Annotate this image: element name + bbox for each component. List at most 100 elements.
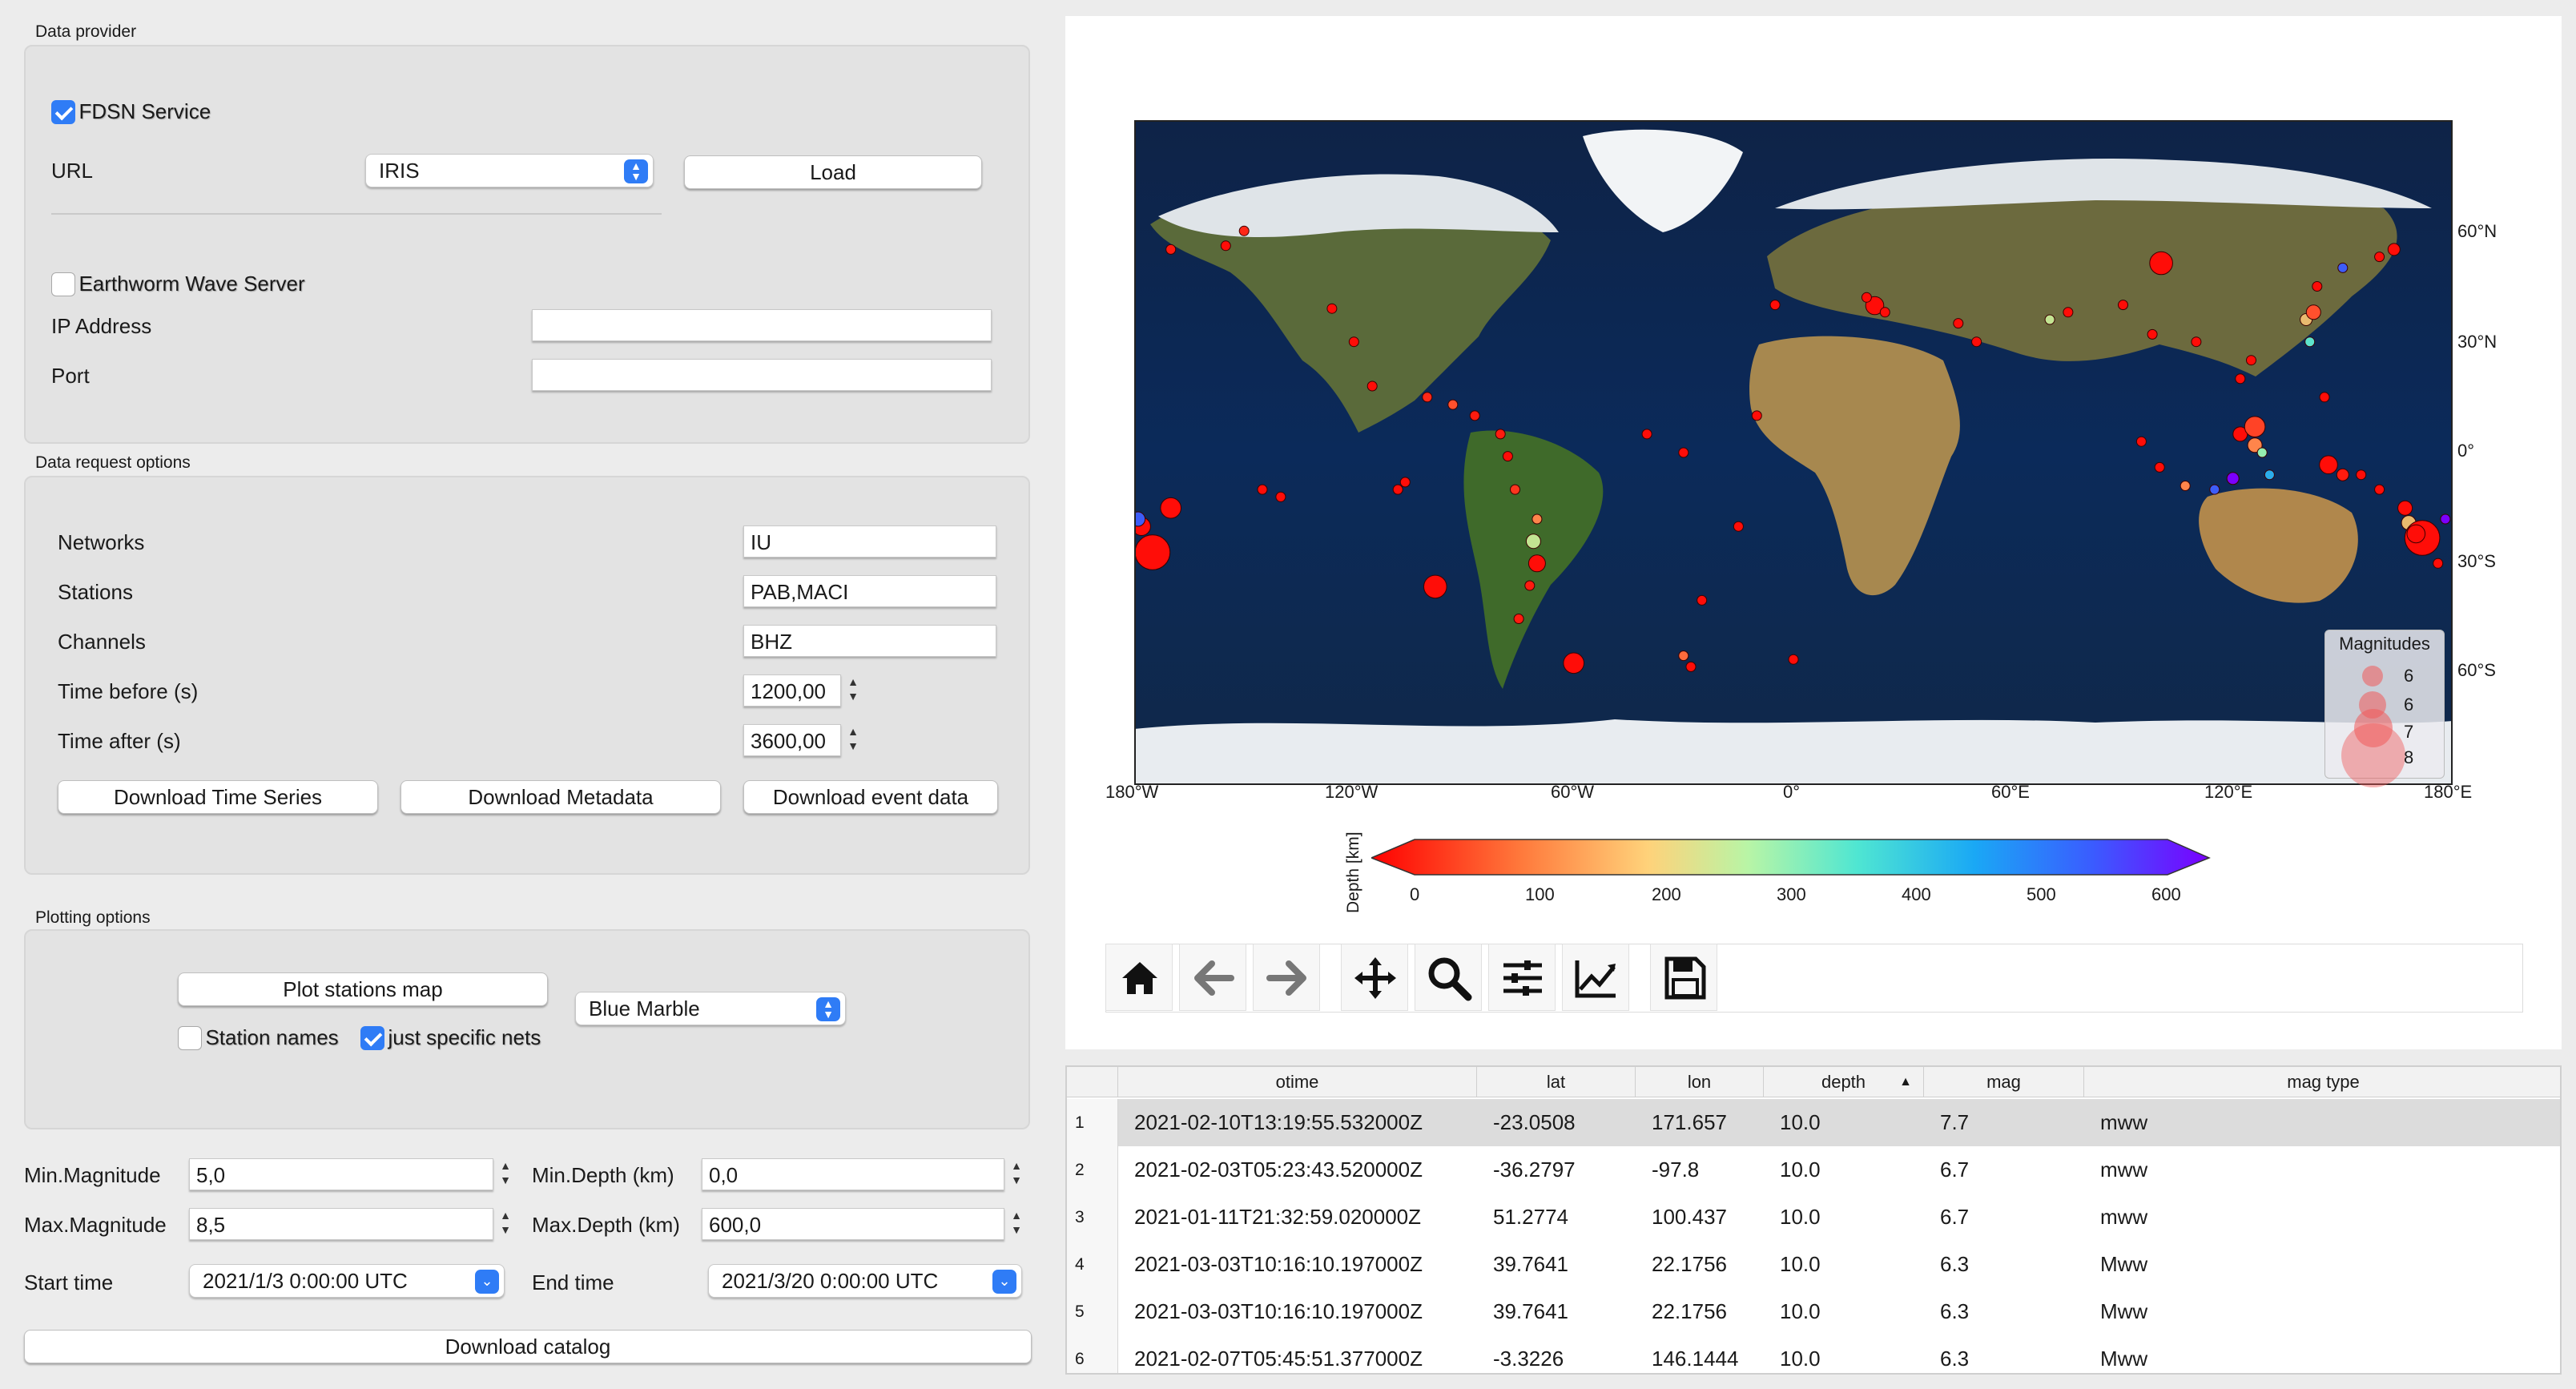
url-select[interactable]: IRIS ▲ ▼ [365, 154, 654, 187]
table-row[interactable]: 1 2021-02-10T13:19:55.532000Z -23.0508 171.… [1067, 1099, 2560, 1146]
table-row[interactable]: 3 2021-01-11T21:32:59.020000Z 51.2774 100.4… [1067, 1194, 2560, 1241]
earthquake-marker [2356, 469, 2367, 481]
end-time-value: 2021/3/20 0:00:00 UTC [722, 1269, 939, 1293]
networks-label: Networks [58, 530, 145, 554]
channels-field[interactable]: BHZ [743, 625, 996, 657]
cell-lat: -3.3226 [1493, 1347, 1564, 1371]
select-arrows-icon: ▲ ▼ [816, 997, 840, 1021]
table-row[interactable]: 6 2021-02-07T05:45:51.377000Z -3.3226 146.1… [1067, 1335, 2560, 1373]
earthquake-marker [1524, 580, 1536, 591]
earthquake-marker [1953, 318, 1964, 329]
earthquake-marker [2440, 513, 2451, 525]
column-header-mag-type[interactable]: mag type [2084, 1067, 2560, 1097]
edit-axes-button[interactable] [1562, 944, 1629, 1011]
column-header-depth[interactable]: depth ▲ [1764, 1067, 1924, 1097]
earthworm-checkbox[interactable]: Earthworm Wave Server [51, 272, 305, 296]
lat-tick-label: 60°S [2457, 660, 2496, 680]
basemap-select-value: Blue Marble [589, 996, 700, 1021]
start-time-value: 2021/1/3 0:00:00 UTC [203, 1269, 408, 1293]
specific-nets-checkbox[interactable]: just specific nets [360, 1025, 541, 1050]
fdsn-checkbox[interactable]: FDSN Service [51, 99, 211, 124]
back-button[interactable] [1179, 944, 1246, 1011]
save-figure-button[interactable] [1650, 944, 1717, 1011]
table-row[interactable]: 4 2021-03-03T10:16:10.197000Z 39.7641 22.17… [1067, 1241, 2560, 1288]
column-header-lat[interactable]: lat [1477, 1067, 1636, 1097]
colorbar-tick-label: 300 [1777, 884, 1806, 904]
station-names-checkbox[interactable]: Station names [178, 1025, 339, 1050]
chevron-down-icon: ⌄ [475, 1270, 499, 1294]
max-depth-label: Max.Depth (km) [532, 1213, 680, 1237]
cell-mag-type: Mww [2100, 1299, 2148, 1323]
column-header-mag[interactable]: mag [1924, 1067, 2084, 1097]
max-magnitude-stepper[interactable]: ▲ ▼ [497, 1208, 514, 1240]
cell-mag-type: Mww [2100, 1347, 2148, 1371]
sort-ascending-icon: ▲ [1899, 1075, 1912, 1089]
zoom-button[interactable] [1415, 944, 1482, 1011]
time-after-stepper[interactable]: ▲ ▼ [844, 724, 862, 756]
basemap-select[interactable]: Blue Marble ▲ ▼ [575, 992, 846, 1025]
min-depth-stepper[interactable]: ▲ ▼ [1008, 1158, 1025, 1190]
plot-stations-map-button[interactable]: Plot stations map [178, 972, 548, 1006]
specific-nets-check-box[interactable] [360, 1025, 384, 1050]
stations-field[interactable]: PAB,MACI [743, 575, 996, 607]
world-map[interactable] [1134, 120, 2453, 785]
download-time-series-button[interactable]: Download Time Series [58, 780, 378, 814]
earthquake-marker [2319, 455, 2338, 475]
legend-marker [2341, 723, 2405, 787]
min-magnitude-stepper[interactable]: ▲ ▼ [497, 1158, 514, 1190]
legend-entry-label: 8 [2404, 747, 2414, 767]
home-button[interactable] [1105, 944, 1173, 1011]
load-button[interactable]: Load [684, 155, 982, 189]
cell-lon: 22.1756 [1652, 1299, 1727, 1323]
earthquake-marker [1495, 429, 1506, 440]
end-time-picker[interactable]: 2021/3/20 0:00:00 UTC ⌄ [708, 1264, 1022, 1298]
earthquake-marker [1971, 336, 1982, 348]
colorbar-tick-label: 500 [2027, 884, 2056, 904]
min-magnitude-field[interactable]: 5,0 [189, 1158, 493, 1190]
min-depth-field[interactable]: 0,0 [702, 1158, 1004, 1190]
station-names-check-box[interactable] [178, 1025, 202, 1050]
download-metadata-button[interactable]: Download Metadata [400, 780, 721, 814]
column-header-lon[interactable]: lon [1636, 1067, 1764, 1097]
move-icon [1354, 957, 1396, 999]
networks-field[interactable]: IU [743, 525, 996, 558]
earthworm-check-box[interactable] [51, 272, 75, 296]
time-after-field[interactable]: 3600,00 [743, 724, 841, 756]
fdsn-check-box[interactable] [51, 99, 75, 124]
earthquake-marker [1220, 240, 1231, 252]
max-depth-stepper[interactable]: ▲ ▼ [1008, 1208, 1025, 1240]
download-event-data-button[interactable]: Download event data [743, 780, 998, 814]
ip-address-field[interactable] [532, 309, 992, 341]
earthquake-marker [2337, 262, 2349, 273]
url-select-value: IRIS [379, 159, 420, 183]
table-row[interactable]: 2 2021-02-03T05:23:43.520000Z -36.2797 -97.… [1067, 1146, 2560, 1194]
row-number: 3 [1067, 1194, 1118, 1241]
configure-subplots-button[interactable] [1488, 944, 1556, 1011]
colorbar-tick-label: 200 [1652, 884, 1681, 904]
port-field[interactable] [532, 359, 992, 391]
depth-header-label: depth [1821, 1072, 1866, 1092]
legend-entry-label: 7 [2404, 722, 2414, 742]
max-magnitude-field[interactable]: 8,5 [189, 1208, 493, 1240]
earthquake-marker [2244, 416, 2266, 438]
arrow-left-icon [1194, 960, 1234, 996]
cell-mag: 6.7 [1940, 1205, 1970, 1229]
column-header-otime[interactable]: otime [1118, 1067, 1477, 1097]
earthquake-marker [1861, 292, 1872, 303]
start-time-label: Start time [24, 1270, 114, 1294]
download-catalog-button[interactable]: Download catalog [24, 1330, 1032, 1363]
max-magnitude-label: Max.Magnitude [24, 1213, 167, 1237]
channels-label: Channels [58, 630, 146, 654]
forward-button[interactable] [1253, 944, 1320, 1011]
cell-otime: 2021-02-03T05:23:43.520000Z [1134, 1158, 1423, 1182]
url-label: URL [51, 159, 94, 183]
time-before-field[interactable]: 1200,00 [743, 674, 841, 707]
lon-tick-label: 0° [1783, 782, 1801, 802]
cell-otime: 2021-03-03T10:16:10.197000Z [1134, 1252, 1423, 1276]
max-depth-field[interactable]: 600,0 [702, 1208, 1004, 1240]
earthquake-marker [1513, 614, 1524, 624]
table-row[interactable]: 5 2021-03-03T10:16:10.197000Z 39.7641 22.17… [1067, 1288, 2560, 1335]
time-before-stepper[interactable]: ▲ ▼ [844, 674, 862, 707]
pan-button[interactable] [1341, 944, 1408, 1011]
start-time-picker[interactable]: 2021/1/3 0:00:00 UTC ⌄ [189, 1264, 505, 1298]
